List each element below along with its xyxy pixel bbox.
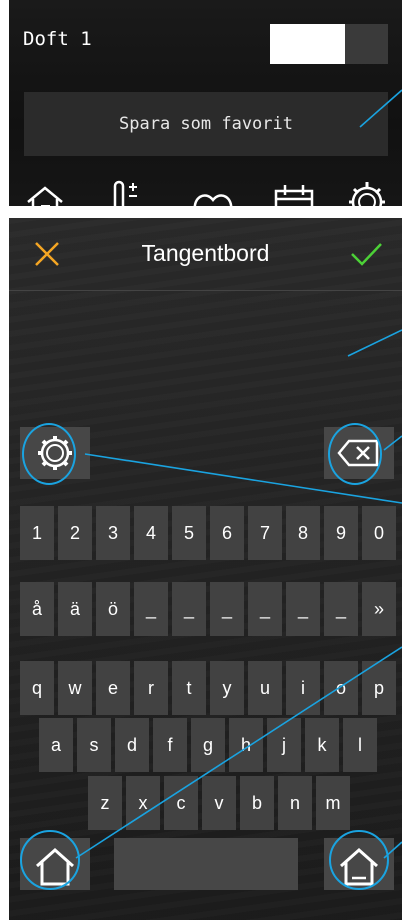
key[interactable]: a [39,718,73,772]
key[interactable]: 5 [172,506,206,560]
key[interactable]: k [305,718,339,772]
heart-icon[interactable] [191,188,235,206]
scene-toggle[interactable] [270,24,388,64]
key[interactable]: o [324,661,358,715]
keyboard-panel: Tangentbord 1 2 3 4 5 6 7 8 9 0 å ä ö _ … [9,218,402,920]
key[interactable]: i [286,661,320,715]
save-favorite-button[interactable]: Spara som favorit [24,92,388,156]
key[interactable]: 4 [134,506,168,560]
key[interactable]: q [20,661,54,715]
key[interactable]: 3 [96,506,130,560]
key[interactable]: b [240,776,274,830]
key[interactable]: c [164,776,198,830]
text-input-field[interactable] [9,291,402,413]
key[interactable]: m [316,776,350,830]
key[interactable]: 1 [20,506,54,560]
key[interactable]: 8 [286,506,320,560]
keyboard-title: Tangentbord [141,240,270,266]
scene-title: Doft 1 [23,28,92,50]
key[interactable]: r [134,661,168,715]
key[interactable]: g [191,718,225,772]
key[interactable]: l [343,718,377,772]
key[interactable]: e [96,661,130,715]
scene-panel: Doft 1 Spara som favorit [9,0,402,206]
key[interactable]: f [153,718,187,772]
space-key[interactable] [114,838,298,890]
key[interactable]: _ [134,582,168,636]
key[interactable]: d [115,718,149,772]
gear-icon[interactable] [345,180,389,206]
key[interactable]: 2 [58,506,92,560]
key[interactable]: 6 [210,506,244,560]
temperature-icon[interactable] [109,180,145,206]
key[interactable]: z [88,776,122,830]
key[interactable]: 0 [362,506,396,560]
key[interactable]: 7 [248,506,282,560]
callout-ring-home-left [20,830,80,890]
key[interactable]: v [202,776,236,830]
key[interactable]: w [58,661,92,715]
key[interactable]: p [362,661,396,715]
home-icon[interactable] [25,184,65,206]
callout-ring-backspace [328,423,382,485]
key[interactable]: _ [248,582,282,636]
key[interactable]: t [172,661,206,715]
key[interactable]: h [229,718,263,772]
more-characters-key[interactable]: » [362,582,396,636]
key[interactable]: ä [58,582,92,636]
bottom-navbar [9,176,402,206]
key[interactable]: u [248,661,282,715]
key[interactable]: _ [172,582,206,636]
key[interactable]: ö [96,582,130,636]
checkmark-icon[interactable] [348,236,384,272]
key[interactable]: x [126,776,160,830]
key[interactable]: _ [324,582,358,636]
key[interactable]: j [267,718,301,772]
toggle-knob [270,24,345,64]
key[interactable]: n [278,776,312,830]
callout-ring-settings [22,423,76,485]
key[interactable]: 9 [324,506,358,560]
key[interactable]: _ [210,582,244,636]
calendar-icon[interactable] [272,184,316,206]
key[interactable]: å [20,582,54,636]
key[interactable]: y [210,661,244,715]
key[interactable]: _ [286,582,320,636]
keyboard-header: Tangentbord [9,218,402,291]
callout-ring-home-right [329,830,389,890]
key[interactable]: s [77,718,111,772]
